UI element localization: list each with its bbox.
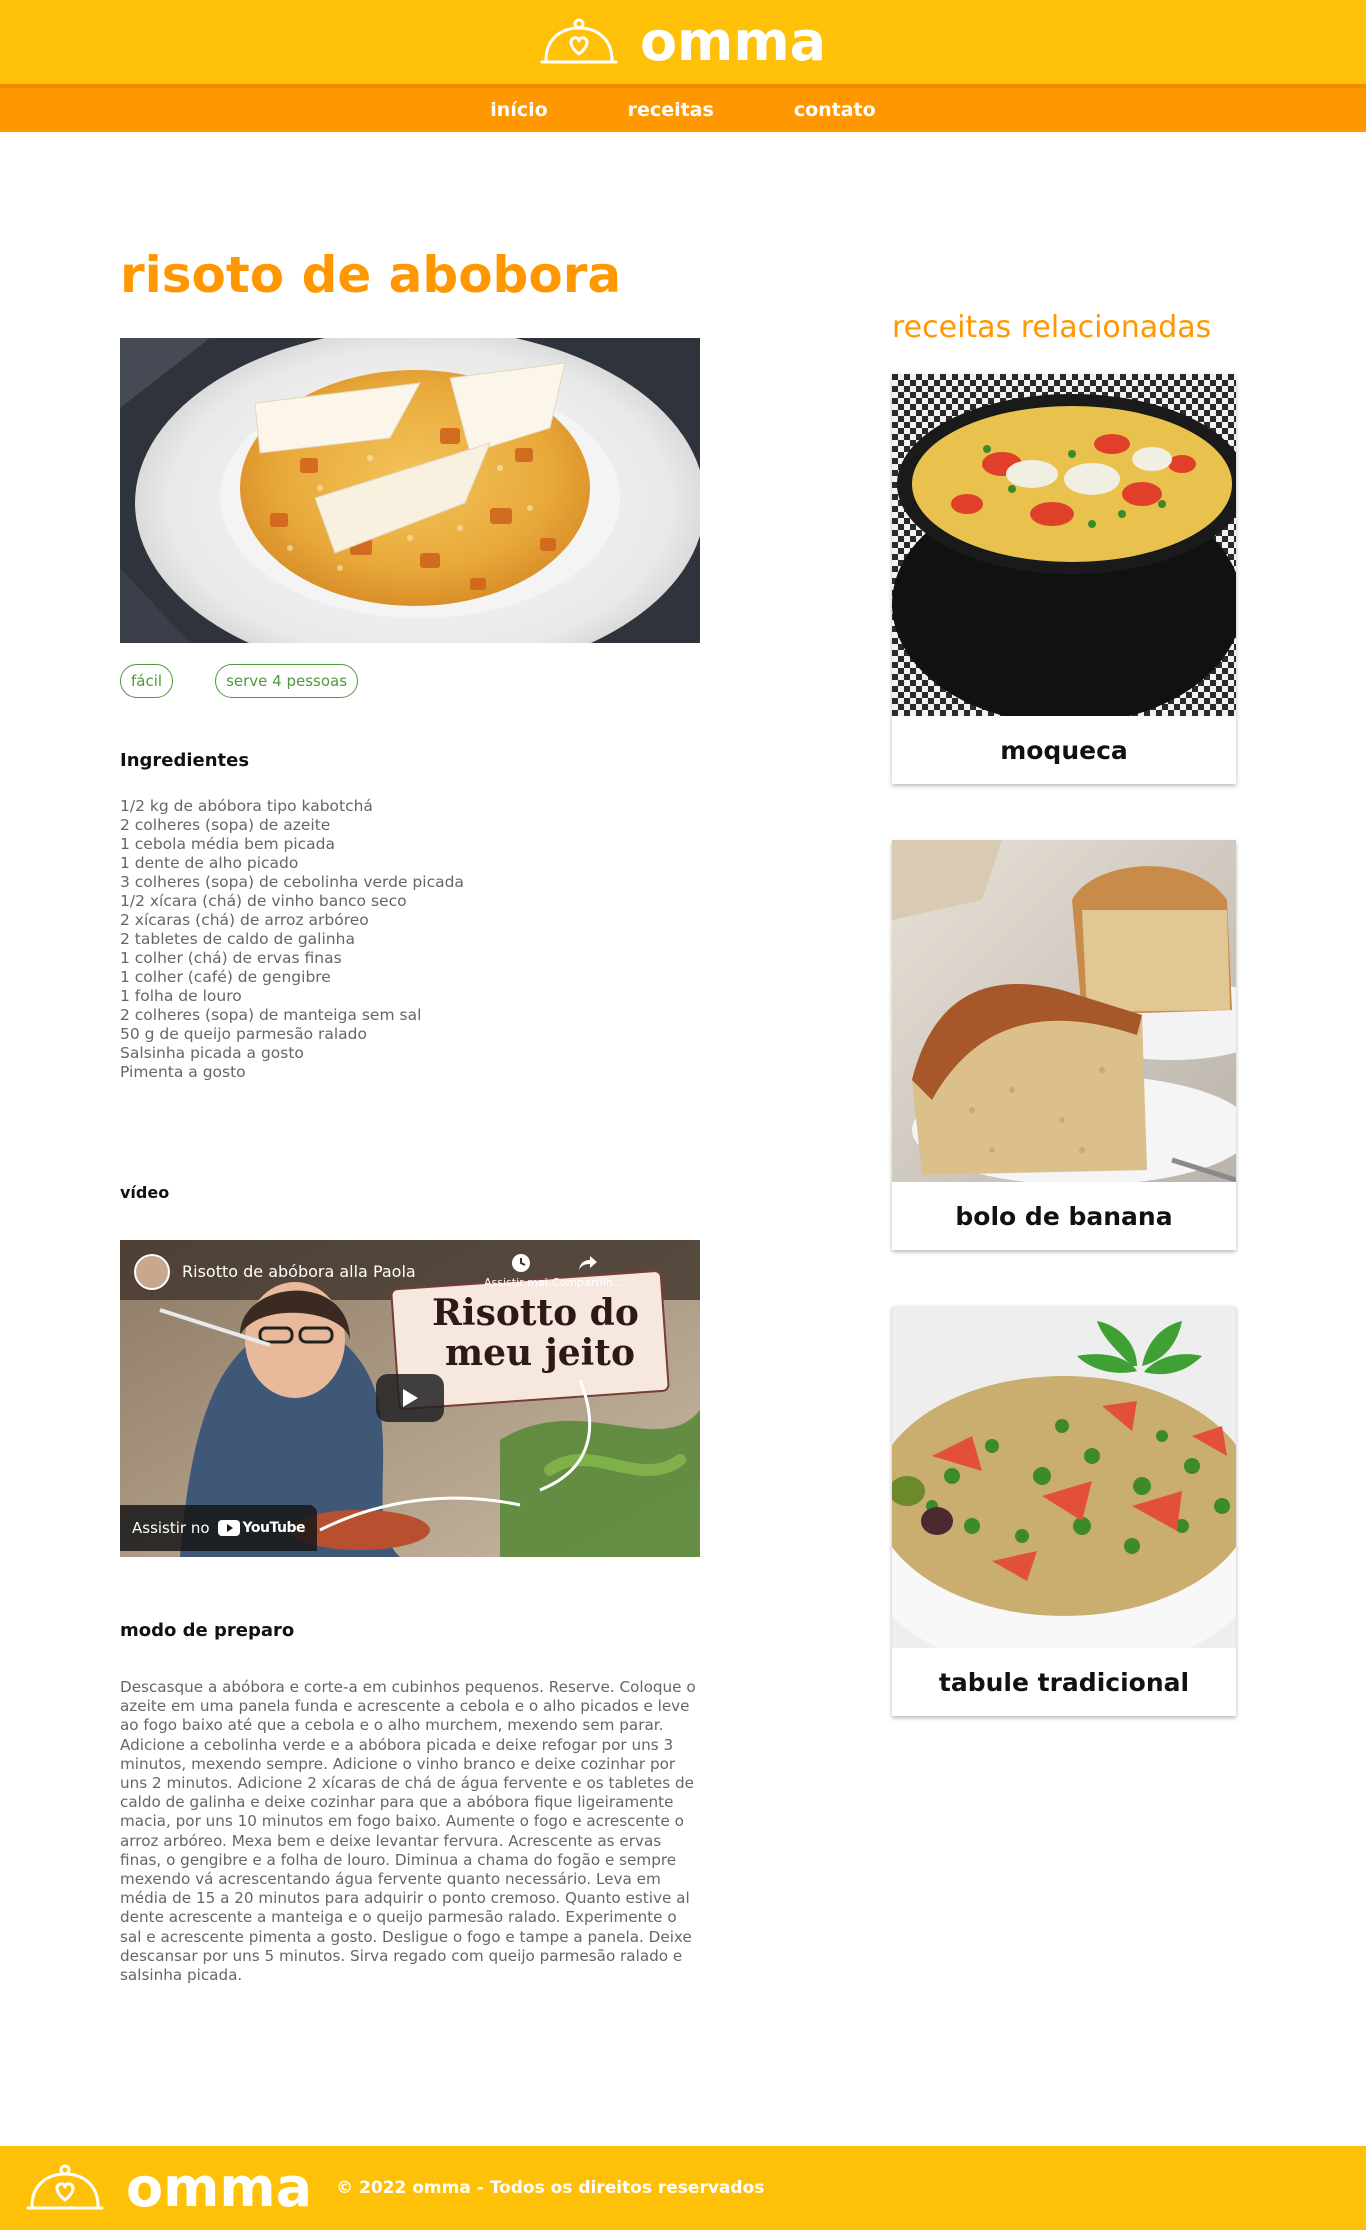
channel-avatar[interactable]	[134, 1254, 170, 1290]
footer-logo-text: omma	[126, 2156, 313, 2219]
moqueca-image	[892, 374, 1236, 716]
logo[interactable]: omma	[540, 15, 826, 69]
watch-later-label: Assistir mai...	[484, 1276, 559, 1289]
footer-copyright: © 2022 omma - Todos os direitos reservad…	[336, 2178, 765, 2198]
play-button[interactable]	[376, 1374, 444, 1422]
related-card-title: moqueca	[1000, 735, 1128, 765]
ingredient-item: 1 dente de alho picado	[120, 854, 299, 872]
ingredient-item: Pimenta a gosto	[120, 1063, 246, 1081]
youtube-logo-icon: YouTube	[217, 1520, 306, 1536]
tabule-image	[892, 1306, 1236, 1648]
share-label: Compartilh...	[552, 1276, 624, 1289]
ingredients-list: 1/2 kg de abóbora tipo kabotchá 2 colher…	[120, 797, 680, 1082]
nav-receitas-link[interactable]: receitas	[628, 99, 714, 121]
ingredient-item: 1 folha de louro	[120, 987, 242, 1005]
ingredient-item: 50 g de queijo parmesão ralado	[120, 1025, 367, 1043]
footer-logo[interactable]: omma	[26, 2161, 312, 2215]
watch-later-button[interactable]: Assistir mai...	[484, 1252, 558, 1289]
ingredient-item: 2 xícaras (chá) de arroz arbóreo	[120, 911, 369, 929]
prep-heading: modo de preparo	[120, 1620, 295, 1641]
main-nav: início receitas contato	[0, 84, 1366, 132]
ingredient-item: 1/2 xícara (chá) de vinho banco seco	[120, 892, 407, 910]
related-card-title: tabule tradicional	[938, 1667, 1190, 1697]
difficulty-tag: fácil	[120, 664, 174, 698]
ingredient-item: 1 colher (café) de gengibre	[120, 968, 331, 986]
related-heading: receitas relacionadas	[892, 310, 1212, 345]
recipe-title: risoto de abobora	[120, 246, 622, 304]
watch-on-label: Assistir no	[132, 1519, 210, 1537]
ingredient-item: 1 colher (chá) de ervas finas	[120, 949, 342, 967]
video-title[interactable]: Risotto de abóbora alla Paola	[182, 1262, 416, 1281]
servings-tag: serve 4 pessoas	[215, 664, 359, 698]
recipe-image	[120, 338, 700, 643]
overlay-text-line1: Risotto do	[432, 1292, 639, 1334]
ingredient-item: Salsinha picada a gosto	[120, 1044, 304, 1062]
logo-text: omma	[639, 10, 827, 73]
nav-contato-link[interactable]: contato	[794, 99, 876, 121]
ingredient-item: 3 colheres (sopa) de cebolinha verde pic…	[120, 873, 464, 891]
share-icon	[578, 1256, 597, 1270]
video-heading: vídeo	[120, 1183, 170, 1202]
ingredient-item: 2 colheres (sopa) de azeite	[120, 816, 331, 834]
recipe-tags: fácil serve 4 pessoas	[120, 664, 359, 698]
recipe-page: omma início receitas contato risoto de a…	[0, 0, 1366, 2230]
watch-on-youtube-button[interactable]: Assistir no YouTube	[120, 1505, 317, 1551]
related-card-bolo-de-banana[interactable]: bolo de banana	[892, 840, 1236, 1250]
clock-icon	[512, 1254, 531, 1272]
overlay-text-line2: meu jeito	[445, 1332, 635, 1374]
nav-inicio-link[interactable]: início	[490, 99, 547, 121]
site-header: omma	[0, 0, 1366, 84]
cloche-heart-icon	[26, 2164, 104, 2210]
site-footer: omma © 2022 omma - Todos os direitos res…	[0, 2146, 1366, 2230]
related-card-moqueca[interactable]: moqueca	[892, 374, 1236, 784]
bolo-de-banana-image	[892, 840, 1236, 1182]
ingredient-item: 1 cebola média bem picada	[120, 835, 336, 853]
cloche-heart-icon	[540, 18, 618, 64]
ingredient-item: 2 colheres (sopa) de manteiga sem sal	[120, 1006, 422, 1024]
youtube-wordmark: YouTube	[242, 1520, 306, 1536]
ingredient-item: 1/2 kg de abóbora tipo kabotchá	[120, 797, 373, 815]
prep-text: Descasque a abóbora e corte-a em cubinho…	[120, 1678, 696, 1985]
play-icon	[403, 1389, 418, 1407]
related-card-title: bolo de banana	[955, 1201, 1173, 1231]
ingredient-item: 2 tabletes de caldo de galinha	[120, 930, 355, 948]
share-button[interactable]: Compartilh...	[552, 1252, 623, 1289]
ingredients-heading: Ingredientes	[120, 750, 250, 771]
related-card-tabule[interactable]: tabule tradicional	[892, 1306, 1236, 1716]
video-embed[interactable]: Risotto de abóbora alla Paola Risotto do…	[120, 1240, 700, 1557]
